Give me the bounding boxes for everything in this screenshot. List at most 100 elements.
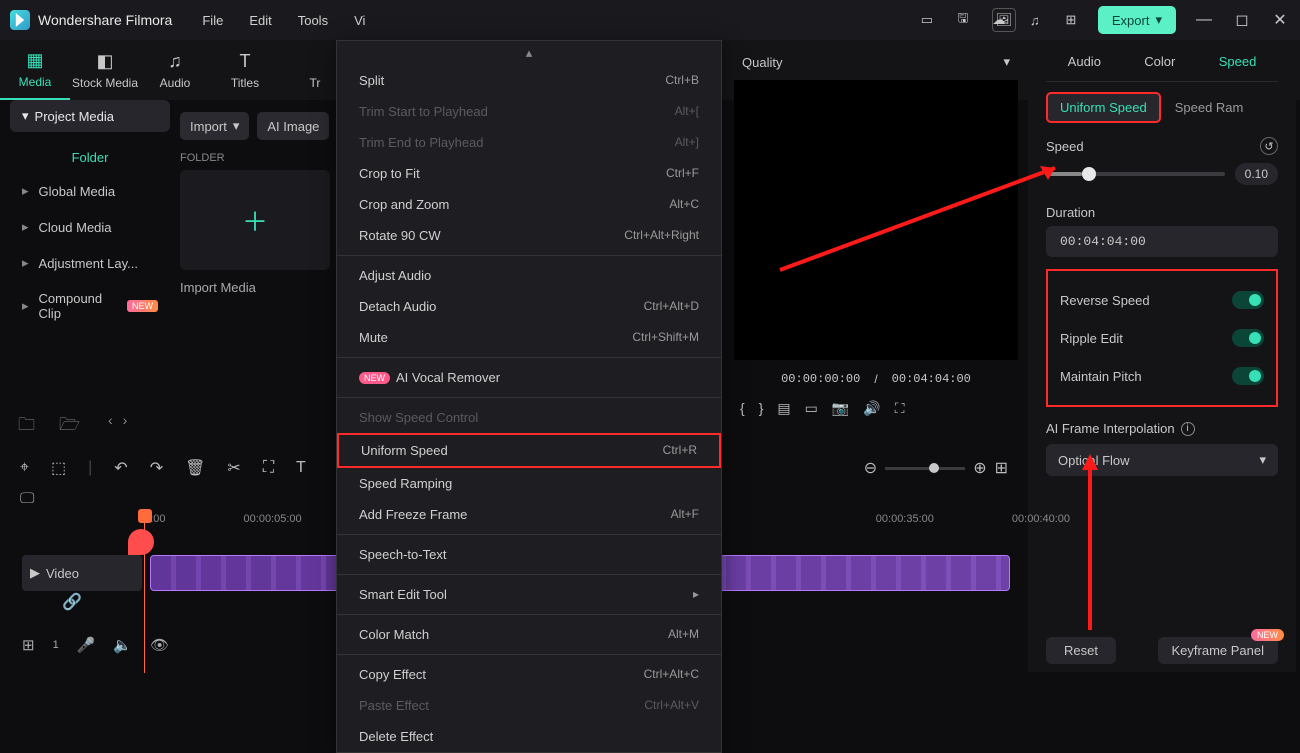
reverse-speed-toggle[interactable] <box>1232 291 1264 309</box>
context-item-speech-to-text[interactable]: Speech-to-Text <box>337 539 721 570</box>
context-item-detach-audio[interactable]: Detach AudioCtrl+Alt+D <box>337 291 721 322</box>
add-folder-icon[interactable]: 🗀 <box>18 412 35 441</box>
minimize-button[interactable]: — <box>1194 11 1214 29</box>
crop-icon[interactable]: ⛶ <box>263 459 274 477</box>
reset-speed-icon[interactable]: ↺ <box>1260 137 1278 155</box>
close-button[interactable]: ✕ <box>1270 10 1290 30</box>
maintain-pitch-toggle[interactable] <box>1232 367 1264 385</box>
screen-icon[interactable]: ▭ <box>918 11 936 29</box>
pointer-tool-icon[interactable]: ⌖ <box>20 459 29 477</box>
timeline-mode-icon[interactable]: 🖵 <box>20 490 34 507</box>
playhead[interactable] <box>138 509 152 523</box>
sidebar-item-adjustment[interactable]: ▸Adjustment Lay... <box>10 245 170 281</box>
video-preview[interactable] <box>734 80 1018 360</box>
folder-label[interactable]: Folder <box>10 142 170 173</box>
context-item-speed-ramping[interactable]: Speed Ramping <box>337 468 721 499</box>
context-item-trim-end-to-playhead: Trim End to PlayheadAlt+] <box>337 127 721 158</box>
context-item-adjust-audio[interactable]: Adjust Audio <box>337 260 721 291</box>
tab-prop-speed[interactable]: Speed <box>1211 50 1265 73</box>
context-item-add-freeze-frame[interactable]: Add Freeze FrameAlt+F <box>337 499 721 530</box>
menu-view[interactable]: Vi <box>354 13 365 28</box>
tab-prop-color[interactable]: Color <box>1136 50 1183 73</box>
subtab-uniform-speed[interactable]: Uniform Speed <box>1046 92 1161 123</box>
context-item-rotate-90-cw[interactable]: Rotate 90 CWCtrl+Alt+Right <box>337 220 721 251</box>
info-icon[interactable]: i <box>1181 422 1195 436</box>
delete-icon[interactable]: 🗑 <box>185 458 205 478</box>
marker-icon[interactable] <box>128 529 154 555</box>
menu-tools[interactable]: Tools <box>298 13 328 28</box>
import-drop-zone[interactable]: ＋ <box>180 170 330 270</box>
project-media-button[interactable]: ▾Project Media <box>10 100 170 132</box>
undo-icon[interactable]: ↶ <box>114 458 127 478</box>
save-icon[interactable]: 🖫 <box>954 11 972 29</box>
page-next[interactable]: › <box>123 412 128 428</box>
context-item-crop-and-zoom[interactable]: Crop and ZoomAlt+C <box>337 189 721 220</box>
text-icon[interactable]: T <box>296 459 306 477</box>
fullscreen-icon[interactable]: ⛶ <box>895 400 905 417</box>
zoom-in-icon[interactable]: ⊕ <box>973 458 986 478</box>
context-item-mute[interactable]: MuteCtrl+Shift+M <box>337 322 721 353</box>
ai-image-button[interactable]: AI Image <box>257 112 329 140</box>
tab-media[interactable]: ▦Media <box>0 40 70 100</box>
chevron-down-icon: ▾ <box>22 108 29 124</box>
cut-icon[interactable]: ✂ <box>227 458 240 478</box>
context-item-ai-vocal-remover[interactable]: NEW AI Vocal Remover <box>337 362 721 393</box>
maximize-button[interactable]: ◻ <box>1232 10 1252 30</box>
link-icon[interactable]: 🔗 <box>62 592 82 612</box>
reset-button[interactable]: Reset <box>1046 637 1116 664</box>
context-item-smart-edit-tool[interactable]: Smart Edit Tool▸ <box>337 579 721 610</box>
context-menu-scroll-up[interactable]: ▴ <box>337 41 721 65</box>
zoom-out-icon[interactable]: ⊖ <box>864 458 877 478</box>
sidebar-item-cloud[interactable]: ▸Cloud Media <box>10 209 170 245</box>
menu-edit[interactable]: Edit <box>249 13 271 28</box>
subtab-speed-ramping[interactable]: Speed Ram <box>1175 100 1244 115</box>
apps-icon[interactable]: ⊞ <box>1062 11 1080 29</box>
speaker-icon[interactable]: 🔈 <box>113 636 132 654</box>
tab-stock-media[interactable]: ◧Stock Media <box>70 40 140 100</box>
tab-audio[interactable]: ♫Audio <box>140 40 210 100</box>
speed-slider-thumb[interactable] <box>1082 167 1096 181</box>
track-menu-icon[interactable]: ⊞ <box>22 636 35 654</box>
sidebar-item-compound[interactable]: ▸Compound ClipNEW <box>10 281 170 331</box>
context-item-crop-to-fit[interactable]: Crop to FitCtrl+F <box>337 158 721 189</box>
menu-file[interactable]: File <box>202 13 223 28</box>
volume-icon[interactable]: 🔊 <box>863 400 880 417</box>
redo-icon[interactable]: ↷ <box>150 458 163 478</box>
ripple-edit-toggle[interactable] <box>1232 329 1264 347</box>
select-tool-icon[interactable]: ⬚ <box>51 458 66 478</box>
headphones-icon[interactable]: ♫ <box>1026 11 1044 29</box>
sidebar-item-global[interactable]: ▸Global Media <box>10 173 170 209</box>
duration-label: Duration <box>1046 205 1278 220</box>
play-icon: ▶ <box>30 565 40 581</box>
context-item-color-match[interactable]: Color MatchAlt+M <box>337 619 721 650</box>
camera-icon[interactable]: 📷 <box>832 400 849 417</box>
mic-icon[interactable]: 🎤 <box>77 636 96 654</box>
duration-value[interactable]: 00:04:04:00 <box>1046 226 1278 257</box>
mark-in-icon[interactable]: { <box>740 400 745 417</box>
context-item-uniform-speed[interactable]: Uniform SpeedCtrl+R <box>337 433 721 468</box>
new-badge: NEW <box>1251 629 1284 641</box>
tab-titles[interactable]: TTitles <box>210 40 280 100</box>
context-item-copy-effect[interactable]: Copy EffectCtrl+Alt+C <box>337 659 721 690</box>
zoom-slider[interactable] <box>885 467 965 470</box>
video-track-header[interactable]: ▶Video <box>22 555 142 591</box>
context-item-delete-effect[interactable]: Delete Effect <box>337 721 721 752</box>
speed-value[interactable]: 0.10 <box>1235 163 1278 185</box>
eye-icon[interactable]: 👁 <box>150 636 169 654</box>
page-prev[interactable]: ‹ <box>108 412 113 428</box>
speed-slider[interactable] <box>1046 172 1225 176</box>
screen-icon[interactable]: ▭ <box>805 400 818 417</box>
edit-icon[interactable]: ▤ <box>777 400 790 417</box>
tab-prop-audio[interactable]: Audio <box>1060 50 1109 73</box>
new-folder-icon[interactable]: 🗁 <box>59 412 80 441</box>
export-button[interactable]: Export▾ <box>1098 6 1176 34</box>
ai-frame-dropdown[interactable]: Optical Flow▾ <box>1046 444 1278 476</box>
zoom-fit-icon[interactable]: ⊞ <box>995 458 1008 478</box>
mark-out-icon[interactable]: } <box>759 400 764 417</box>
maintain-pitch-label: Maintain Pitch <box>1060 369 1142 384</box>
picture-icon[interactable]: 🖼 <box>992 8 1016 32</box>
import-button[interactable]: Import▾ <box>180 112 249 140</box>
quality-dropdown[interactable]: ▾ <box>1003 54 1010 70</box>
keyframe-panel-button[interactable]: Keyframe PanelNEW <box>1158 637 1279 664</box>
context-item-split[interactable]: SplitCtrl+B <box>337 65 721 96</box>
